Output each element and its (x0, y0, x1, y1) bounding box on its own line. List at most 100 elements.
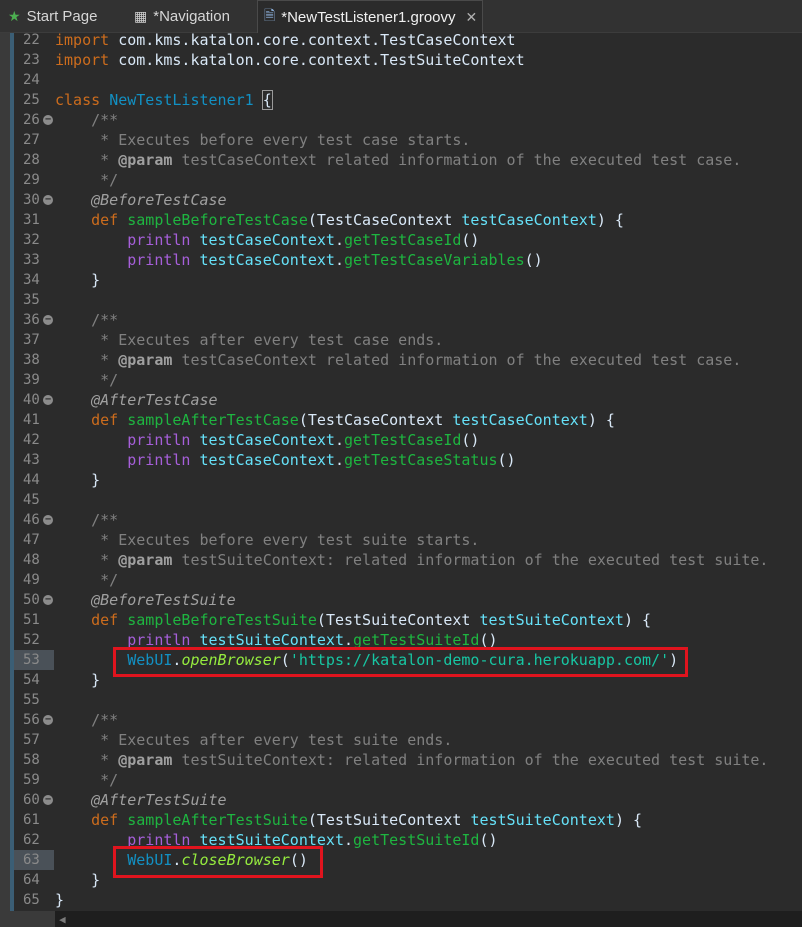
code-line: } (55, 271, 101, 289)
panel-corner (0, 911, 55, 927)
code-line: * Executes after every test case ends. (100, 331, 444, 349)
line-number: 45 (23, 492, 40, 508)
tab-label: Start Page (26, 7, 98, 25)
code-line: println testCaseContext.getTestCaseId() (127, 231, 480, 249)
line-number: 36− (23, 312, 53, 328)
highlight-box-close-browser (113, 846, 323, 878)
fold-toggle-icon[interactable]: − (43, 715, 53, 725)
code-line: * @param testSuiteContext: related infor… (100, 551, 769, 569)
highlight-box-open-browser (113, 647, 688, 677)
code-line: */ (100, 571, 119, 589)
line-number: 32 (23, 232, 40, 248)
code-line: def sampleAfterTestCase(TestCaseContext … (91, 411, 615, 429)
code-line: /** (91, 111, 119, 129)
code-line: /** (91, 711, 119, 729)
tab-navigation[interactable]: ▦ *Navigation (134, 0, 252, 32)
code-line: @AfterTestSuite (91, 791, 227, 809)
line-number: 39 (23, 372, 40, 388)
line-number: 65 (23, 892, 40, 908)
line-number: 30− (23, 192, 53, 208)
line-number: 63 (14, 850, 54, 870)
line-number: 34 (23, 272, 40, 288)
code-line: * Executes before every test suite start… (100, 531, 480, 549)
tab-label: *Navigation (153, 7, 230, 25)
code-line: println testCaseContext.getTestCaseId() (127, 431, 480, 449)
line-number: 29 (23, 172, 40, 188)
line-number: 43 (23, 452, 40, 468)
fold-toggle-icon[interactable]: − (43, 195, 53, 205)
line-number: 27 (23, 132, 40, 148)
code-line: * @param testSuiteContext: related infor… (100, 751, 769, 769)
horizontal-scrollbar[interactable]: ◀ (55, 911, 802, 927)
code-line: @BeforeTestSuite (91, 591, 236, 609)
code-line: */ (100, 171, 119, 189)
code-line: def sampleAfterTestSuite(TestSuiteContex… (91, 811, 643, 829)
line-number: 60− (23, 792, 53, 808)
scroll-left-arrow-icon[interactable]: ◀ (59, 913, 66, 926)
line-number: 23 (23, 52, 40, 68)
line-number: 53 (14, 650, 54, 670)
fold-toggle-icon[interactable]: − (43, 595, 53, 605)
line-number: 37 (23, 332, 40, 348)
line-number: 58 (23, 752, 40, 768)
line-number: 40− (23, 392, 53, 408)
line-number: 22 (23, 32, 40, 48)
code-line: @AfterTestCase (91, 391, 218, 409)
code-line: } (55, 471, 101, 489)
code-line: */ (100, 371, 119, 389)
tab-start-page[interactable]: ★ Start Page (8, 0, 126, 32)
code-line: println testCaseContext.getTestCaseVaria… (127, 251, 543, 269)
code-line: * @param testCaseContext related informa… (100, 151, 742, 169)
line-number: 51 (23, 612, 40, 628)
code-line: def sampleBeforeTestCase(TestCaseContext… (91, 211, 624, 229)
line-number: 26− (23, 112, 53, 128)
left-panel-edge (0, 33, 10, 913)
close-icon[interactable]: ✕ (466, 9, 478, 26)
code-line: class NewTestListener1 { (55, 90, 273, 110)
line-number: 55 (23, 692, 40, 708)
line-number: 47 (23, 532, 40, 548)
code-line: */ (100, 771, 119, 789)
code-editor[interactable]: import com.kms.katalon.core.context.Test… (55, 30, 802, 910)
groovy-file-icon: 🗎 (264, 7, 276, 23)
fold-toggle-icon[interactable]: − (43, 515, 53, 525)
line-number: 64 (23, 872, 40, 888)
code-line: import com.kms.katalon.core.context.Test… (55, 51, 525, 69)
code-line: import com.kms.katalon.core.context.Test… (55, 31, 516, 49)
tab-new-test-listener[interactable]: 🗎 *NewTestListener1.groovy ✕ (257, 0, 483, 33)
fold-toggle-icon[interactable]: − (43, 795, 53, 805)
line-number: 35 (23, 292, 40, 308)
line-number: 49 (23, 572, 40, 588)
code-line: * Executes before every test case starts… (100, 131, 471, 149)
code-line: * @param testCaseContext related informa… (100, 351, 742, 369)
fold-toggle-icon[interactable]: − (43, 115, 53, 125)
editor-tab-bar: ★ Start Page ▦ *Navigation 🗎 *NewTestLis… (0, 0, 802, 33)
code-line: def sampleBeforeTestSuite(TestSuiteConte… (91, 611, 652, 629)
line-number: 41 (23, 412, 40, 428)
line-number-gutter: 22 23 24 25 26− 27 28 29 30− 31 32 33 34 35 36− 37 38 39 4… (14, 30, 54, 910)
table-icon: ▦ (134, 7, 148, 24)
code-line: println testCaseContext.getTestCaseStatu… (127, 451, 516, 469)
line-number: 61 (23, 812, 40, 828)
code-line: /** (91, 311, 119, 329)
code-line: @BeforeTestCase (91, 191, 227, 209)
fold-toggle-icon[interactable]: − (43, 315, 53, 325)
star-icon: ★ (8, 7, 21, 24)
tab-label: *NewTestListener1.groovy (281, 8, 456, 26)
line-number: 25 (23, 92, 40, 108)
line-number: 57 (23, 732, 40, 748)
line-number: 54 (23, 672, 40, 688)
line-number: 44 (23, 472, 40, 488)
line-number: 38 (23, 352, 40, 368)
code-line: /** (91, 511, 119, 529)
line-number: 52 (23, 632, 40, 648)
line-number: 50− (23, 592, 53, 608)
line-number: 42 (23, 432, 40, 448)
fold-toggle-icon[interactable]: − (43, 395, 53, 405)
line-number: 46− (23, 512, 53, 528)
line-number: 62 (23, 832, 40, 848)
